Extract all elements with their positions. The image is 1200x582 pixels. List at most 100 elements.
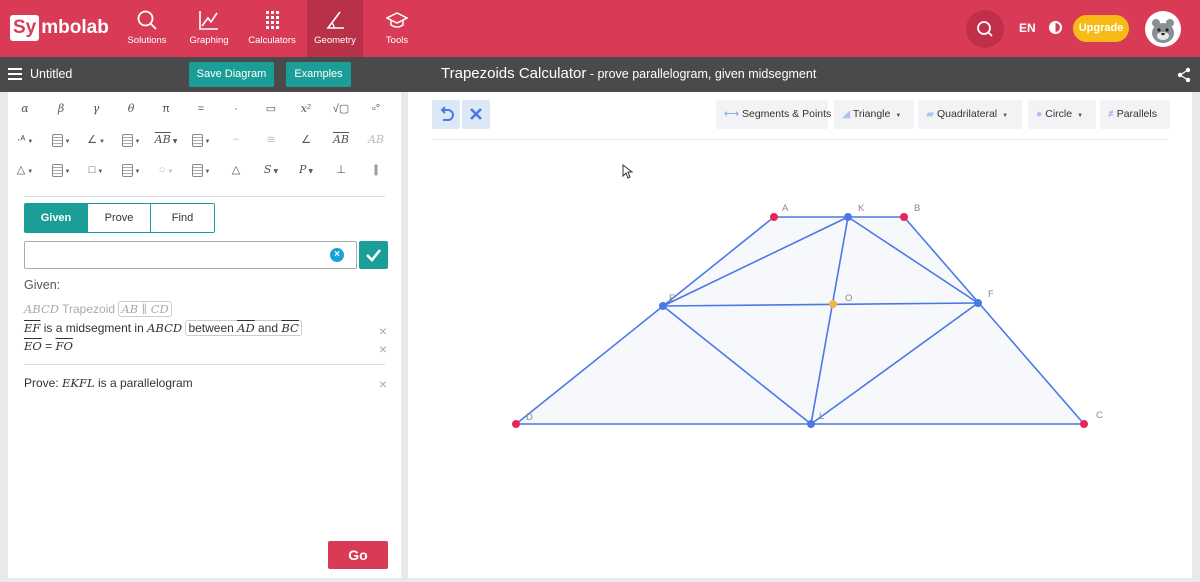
submit-check-button[interactable] [359, 241, 388, 269]
nav-solutions-label: Solutions [127, 35, 167, 46]
key-arc-text: AB [367, 133, 385, 146]
search-icon [977, 21, 993, 37]
key-angle[interactable]: ∠ [289, 126, 323, 154]
key-template-dropdown-5[interactable]: ▼ [114, 156, 148, 184]
point-B[interactable] [900, 213, 908, 221]
document-title[interactable]: Untitled [30, 67, 72, 81]
key-pi[interactable]: π [149, 95, 183, 123]
key-perpendicular[interactable]: ⊥ [324, 156, 358, 184]
symbol-keyboard-row-3: △ ▼ ▼ □ ▼ ▼ ○ ▼ ▼ △ S ▼ P ▼ ⊥ ∥ [8, 156, 401, 186]
calculator-title: Trapezoids Calculator - prove parallelog… [441, 65, 816, 82]
share-icon[interactable] [1176, 67, 1192, 83]
key-equals[interactable]: = [184, 95, 218, 123]
save-diagram-button[interactable]: Save Diagram [189, 62, 274, 87]
nav-tools[interactable]: Tools [369, 0, 425, 57]
nav-calculators-label: Calculators [248, 35, 296, 46]
key-alpha[interactable]: α [8, 95, 42, 123]
key-segment[interactable]: AB [324, 126, 358, 154]
key-label-dropdown[interactable]: ·ᴬ ▼ [8, 126, 42, 154]
key-segment-dropdown[interactable]: AB ▼ [149, 126, 183, 154]
user-avatar[interactable] [1145, 11, 1181, 47]
go-button[interactable]: Go [328, 541, 388, 569]
point-L[interactable] [807, 420, 815, 428]
calculator-subtitle: - prove parallelogram, given midsegment [586, 67, 817, 81]
language-selector[interactable]: EN [1019, 21, 1036, 35]
geometry-diagram[interactable]: A K B E O F D L C [408, 92, 1192, 578]
s2-midsegment-text: is a midsegment in [40, 321, 148, 335]
key-parallel[interactable]: ∥ [359, 156, 393, 184]
key-fraction[interactable]: ▭ [254, 95, 288, 123]
tab-prove[interactable]: Prove [88, 204, 151, 232]
point-label-L: L [819, 411, 824, 422]
key-template-dropdown-2[interactable]: ▼ [114, 126, 148, 154]
nav-geometry-label: Geometry [314, 35, 356, 46]
s2-side-a: AD [237, 321, 255, 335]
key-similar[interactable]: ~ [219, 126, 253, 154]
point-label-A: A [782, 203, 789, 214]
key-area-dropdown[interactable]: S ▼ [254, 156, 288, 184]
key-beta[interactable]: β [44, 95, 78, 123]
point-label-B: B [914, 203, 920, 214]
nav-geometry[interactable]: Geometry [307, 0, 363, 57]
delete-statement-2-icon[interactable]: × [377, 324, 389, 338]
key-perimeter-dropdown[interactable]: P ▼ [289, 156, 323, 184]
prove-statement: Prove: EKFL is a parallelogram [24, 376, 193, 390]
point-F[interactable] [974, 299, 982, 307]
contrast-toggle-icon[interactable] [1049, 21, 1062, 34]
key-sqrt[interactable]: √▢ [324, 95, 358, 123]
point-A[interactable] [770, 213, 778, 221]
point-C[interactable] [1080, 420, 1088, 428]
key-congruent[interactable]: ≅ [254, 126, 288, 154]
delete-statement-3-icon[interactable]: × [377, 342, 389, 356]
point-E[interactable] [659, 302, 667, 310]
graduation-cap-icon [386, 12, 408, 28]
key-dot[interactable]: · [219, 95, 253, 123]
tab-find[interactable]: Find [151, 204, 214, 232]
key-angle-dropdown[interactable]: ∠ ▼ [79, 126, 113, 154]
hamburger-menu-icon[interactable] [8, 68, 22, 80]
point-O[interactable] [829, 300, 837, 308]
clear-input-icon[interactable]: × [330, 248, 344, 262]
delete-prove-icon[interactable]: × [377, 377, 389, 391]
key-triangle[interactable]: △ [219, 156, 253, 184]
prove-shape: EKFL [62, 376, 95, 390]
tab-given[interactable]: Given [25, 204, 88, 232]
nav-graphing[interactable]: Graphing [181, 0, 237, 57]
key-template-dropdown-3[interactable]: ▼ [184, 126, 218, 154]
key-power[interactable]: x² [289, 95, 323, 123]
point-label-O: O [845, 293, 852, 304]
point-label-F: F [988, 289, 994, 300]
s3-equals: = [41, 339, 56, 353]
key-gamma[interactable]: γ [79, 95, 113, 123]
logo-text: mbolab [41, 17, 109, 38]
graph-icon [199, 11, 218, 30]
upgrade-button[interactable]: Upgrade [1073, 15, 1129, 42]
symbolab-logo[interactable]: Sy mbolab [10, 13, 109, 43]
key-template-dropdown-6[interactable]: ▼ [184, 156, 218, 184]
examples-button[interactable]: Examples [286, 62, 351, 87]
s1-type: Trapezoid [59, 302, 119, 316]
calculator-icon [266, 11, 279, 29]
key-square-dropdown[interactable]: □ ▼ [79, 156, 113, 184]
template-icon [191, 163, 203, 177]
key-template-dropdown-4[interactable]: ▼ [44, 156, 78, 184]
template-icon [191, 133, 203, 147]
point-D[interactable] [512, 420, 520, 428]
key-theta[interactable]: θ [114, 95, 148, 123]
key-circle-dropdown[interactable]: ○ ▼ [149, 156, 183, 184]
s1-name: ABCD [24, 302, 59, 316]
key-arc[interactable]: AB [359, 126, 393, 154]
key-degree[interactable]: ▫° [359, 95, 393, 123]
point-label-C: C [1096, 410, 1103, 421]
header-search-button[interactable] [966, 10, 1004, 48]
nav-calculators[interactable]: Calculators [244, 0, 300, 57]
given-statement-1: ABCD Trapezoid AB ∥ CD [24, 301, 172, 317]
checkmark-icon [366, 249, 382, 262]
key-template-dropdown[interactable]: ▼ [44, 126, 78, 154]
top-navbar: Sy mbolab Solutions Graphing Calculators… [0, 0, 1200, 57]
nav-solutions[interactable]: Solutions [119, 0, 175, 57]
point-K[interactable] [844, 213, 852, 221]
key-triangle-dropdown[interactable]: △ ▼ [8, 156, 42, 184]
logo-box: Sy [10, 15, 40, 41]
statement-input[interactable]: × [24, 241, 357, 269]
